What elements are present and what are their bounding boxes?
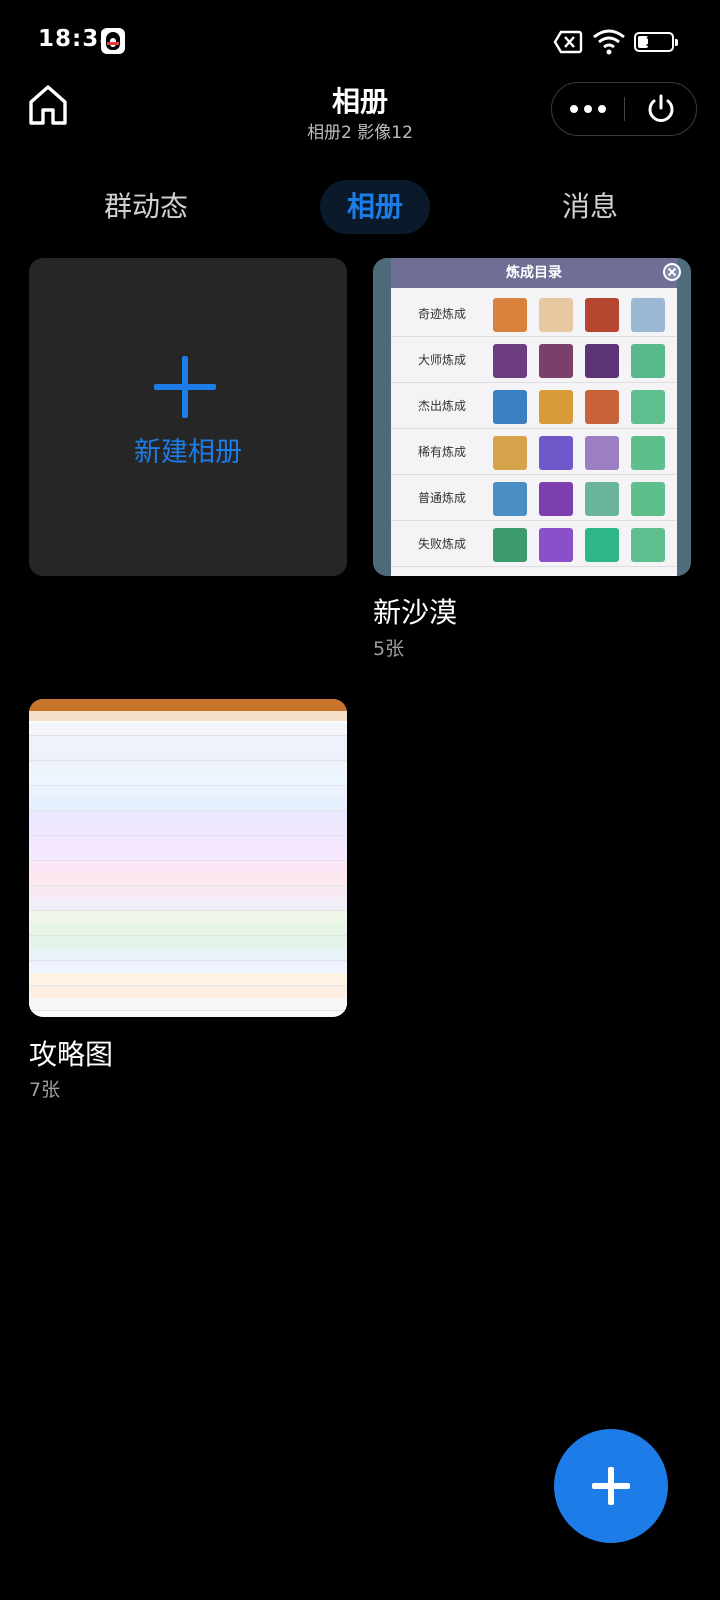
table-row <box>29 835 347 849</box>
thumbnail-title: 炼成目录 <box>391 258 677 288</box>
table-row <box>29 723 347 736</box>
album-thumbnail-guide[interactable] <box>29 699 347 1017</box>
album-count: 5张 <box>373 638 405 660</box>
table-row <box>29 773 347 786</box>
table-row <box>29 848 347 861</box>
list-item: 杰出炼成 <box>391 384 677 429</box>
new-album-label: 新建相册 <box>134 437 242 468</box>
table-row <box>29 860 347 874</box>
list-item: 奇迹炼成 <box>391 292 677 337</box>
table-row <box>29 785 347 799</box>
tab-messages[interactable]: 消息 <box>548 180 632 234</box>
table-row <box>29 973 347 986</box>
table-row <box>29 960 347 974</box>
album-count: 7张 <box>29 1079 61 1101</box>
more-dots-icon[interactable] <box>552 83 624 134</box>
table-row <box>29 935 347 949</box>
mini-program-capsule <box>551 82 697 136</box>
tab-album[interactable]: 相册 <box>320 180 430 234</box>
add-floating-button[interactable] <box>554 1429 668 1543</box>
alchemy-list: 奇迹炼成 大师炼成 杰出炼成 稀有炼成 普通炼成 失败炼成 <box>391 288 677 576</box>
tab-group-feed[interactable]: 群动态 <box>86 180 206 234</box>
table-row <box>29 798 347 811</box>
table-row <box>29 923 347 936</box>
close-icon <box>663 263 681 281</box>
album-name[interactable]: 新沙漠 <box>373 591 457 631</box>
list-item: 大师炼成 <box>391 338 677 383</box>
table-row <box>29 998 347 1011</box>
status-bar: 18:38 31 <box>0 0 720 84</box>
power-icon[interactable] <box>625 83 697 134</box>
list-item: 稀有炼成 <box>391 430 677 475</box>
new-album-button[interactable]: 新建相册 <box>29 258 347 576</box>
list-item: 普通炼成 <box>391 476 677 521</box>
table-row <box>29 948 347 961</box>
table-row <box>29 810 347 824</box>
album-name[interactable]: 攻略图 <box>29 1033 113 1073</box>
battery-level: 31 <box>645 35 663 49</box>
album-thumbnail-desert[interactable]: 炼成目录 奇迹炼成 大师炼成 杰出炼成 稀有炼成 普通炼成 失败炼成 <box>373 258 691 576</box>
table-row <box>29 873 347 886</box>
table-row <box>29 910 347 924</box>
table-row <box>29 735 347 749</box>
table-row <box>29 885 347 899</box>
wifi-icon <box>593 29 625 55</box>
table-row <box>29 760 347 774</box>
list-item: 失败炼成 <box>391 522 677 567</box>
plus-icon <box>154 356 216 418</box>
table-row <box>29 823 347 836</box>
qq-icon <box>101 28 125 54</box>
table-row <box>29 748 347 761</box>
table-row <box>29 985 347 999</box>
no-sim-icon <box>553 30 583 54</box>
table-row <box>29 898 347 911</box>
battery-icon: 31 <box>634 32 678 52</box>
